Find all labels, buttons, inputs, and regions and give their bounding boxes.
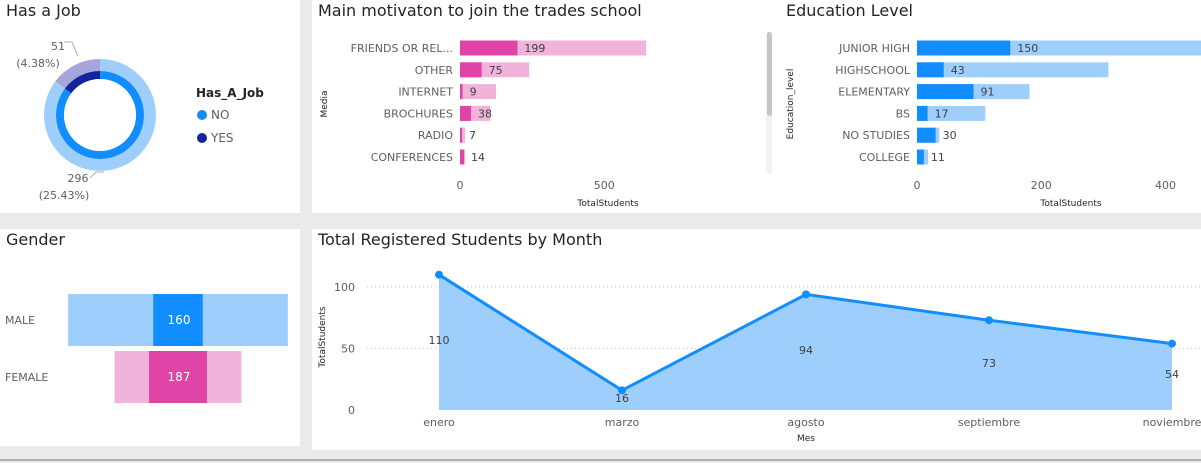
education-bar-value[interactable] [917, 84, 974, 100]
motivation-category-label: BROCHURES [384, 107, 453, 120]
monthly-point-noviembre[interactable] [1168, 339, 1176, 348]
education-x-tick: 400 [1155, 179, 1176, 192]
donut-leader-no [89, 171, 104, 179]
motivation-bar-value[interactable] [460, 105, 471, 121]
legend-yes-marker[interactable] [197, 133, 207, 143]
donut-label-yes-value: 51 [51, 40, 65, 53]
education-y-axis-title: Education_level [786, 69, 796, 140]
education-category-label: HIGHSCHOOL [835, 64, 911, 77]
education-bar-value[interactable] [917, 40, 1011, 56]
motivation-x-axis-title: TotalStudents [576, 199, 638, 209]
education-bar-total[interactable] [917, 62, 1109, 78]
education-data-label: 17 [935, 107, 949, 120]
monthly-point-septiembre[interactable] [985, 316, 993, 325]
donut-label-no-value: 296 [68, 172, 89, 185]
donut-leader-yes [64, 41, 79, 57]
education-bar-chart: Education_level TotalStudents 0 200 400 JUN… [786, 40, 1201, 209]
education-data-label: 150 [1017, 42, 1038, 55]
motivation-data-label: 75 [489, 64, 503, 77]
education-data-label: 43 [951, 64, 965, 77]
motivation-x-tick: 500 [594, 179, 615, 192]
motivation-bar-chart: Media TotalStudents 0 500 FRIENDS OR REL..… [320, 32, 772, 209]
motivation-category-label: FRIENDS OR REL... [351, 42, 453, 55]
education-category-label: ELEMENTARY [838, 86, 910, 99]
monthly-x-tick: agosto [787, 416, 824, 429]
monthly-x-tick: septiembre [958, 416, 1021, 429]
monthly-x-axis-title: Mes [797, 434, 815, 444]
education-card: Education Level Education_level TotalStu… [780, 0, 1201, 213]
monthly-y-tick: 50 [341, 343, 355, 356]
motivation-data-label: 7 [469, 129, 476, 142]
legend-title: Has_A_Job [196, 86, 264, 101]
motivation-data-label: 38 [478, 107, 492, 120]
motivation-bar-total[interactable] [460, 84, 497, 100]
legend-no-marker[interactable] [197, 110, 207, 120]
education-bar-value[interactable] [917, 127, 936, 143]
education-data-label: 91 [981, 86, 995, 99]
education-category-label: COLLEGE [859, 151, 910, 164]
education-bar-value[interactable] [917, 149, 924, 165]
monthly-x-tick: marzo [605, 416, 640, 429]
education-category-label: BS [896, 107, 910, 120]
donut-hole [64, 79, 136, 151]
education-category-label: JUNIOR HIGH [838, 42, 910, 55]
education-data-label: 11 [931, 151, 945, 164]
donut-label-no-pct: (25.43%) [39, 189, 90, 202]
gender-bar-chart: MALE 160 FEMALE 187 [5, 294, 288, 403]
motivation-data-label: 199 [524, 42, 545, 55]
motivation-bar-value[interactable] [460, 84, 463, 100]
motivation-card: Main motivaton to join the trades school… [312, 0, 780, 213]
monthly-x-tick: noviembre [1143, 416, 1201, 429]
monthly-y-tick: 100 [334, 281, 355, 294]
motivation-category-label: CONFERENCES [371, 151, 453, 164]
has-job-donut-chart: 51 (4.38%) 296 (25.43%) Has_A_Job NO YES [16, 40, 264, 202]
motivation-scrollbar-thumb[interactable] [767, 32, 772, 116]
monthly-data-label: 73 [982, 357, 996, 370]
education-x-tick: 0 [914, 179, 921, 192]
motivation-data-label: 9 [470, 86, 477, 99]
motivation-bar-value[interactable] [460, 40, 518, 56]
monthly-x-tick: enero [423, 416, 455, 429]
monthly-data-label: 54 [1165, 368, 1179, 381]
education-category-label: NO STUDIES [842, 129, 910, 142]
gender-data-label: 160 [168, 313, 191, 327]
gender-category-label: FEMALE [5, 371, 48, 384]
motivation-category-label: INTERNET [398, 86, 453, 99]
legend-yes-label[interactable]: YES [210, 131, 234, 145]
monthly-data-label: 110 [429, 334, 450, 347]
motivation-x-tick: 0 [457, 179, 464, 192]
education-x-tick: 200 [1031, 179, 1052, 192]
gender-card: Gender MALE 160 FEMALE 187 [0, 229, 300, 446]
monthly-point-agosto[interactable] [802, 290, 810, 299]
education-bar-value[interactable] [917, 62, 944, 78]
monthly-data-label: 16 [615, 392, 629, 405]
gender-data-label: 187 [168, 370, 191, 384]
monthly-area-chart: TotalStudents Mes 100 50 0 110 enero 16 marzo 9… [318, 270, 1201, 444]
education-bar-value[interactable] [917, 105, 928, 121]
monthly-y-axis-title: TotalStudents [318, 306, 328, 368]
legend-no-label[interactable]: NO [211, 108, 229, 122]
motivation-bar-value[interactable] [460, 62, 482, 78]
monthly-card: Total Registered Students by Month Total… [312, 229, 1201, 450]
gender-category-label: MALE [5, 314, 35, 327]
monthly-data-label: 94 [799, 344, 813, 357]
monthly-point-enero[interactable] [435, 270, 443, 279]
motivation-bar-value[interactable] [460, 149, 465, 165]
motivation-data-label: 14 [471, 151, 485, 164]
monthly-y-tick: 0 [348, 404, 355, 417]
motivation-category-label: OTHER [415, 64, 454, 77]
education-data-label: 30 [943, 129, 957, 142]
donut-label-yes-pct: (4.38%) [16, 57, 60, 70]
motivation-bar-value[interactable] [460, 127, 463, 143]
education-x-axis-title: TotalStudents [1039, 199, 1101, 209]
motivation-y-axis-title: Media [320, 90, 330, 117]
page-bottom-divider [0, 459, 1201, 461]
motivation-category-label: RADIO [418, 129, 453, 142]
has-job-card: Has a Job 51 (4.38%) 296 (25.43%) Has_A_… [0, 0, 300, 213]
